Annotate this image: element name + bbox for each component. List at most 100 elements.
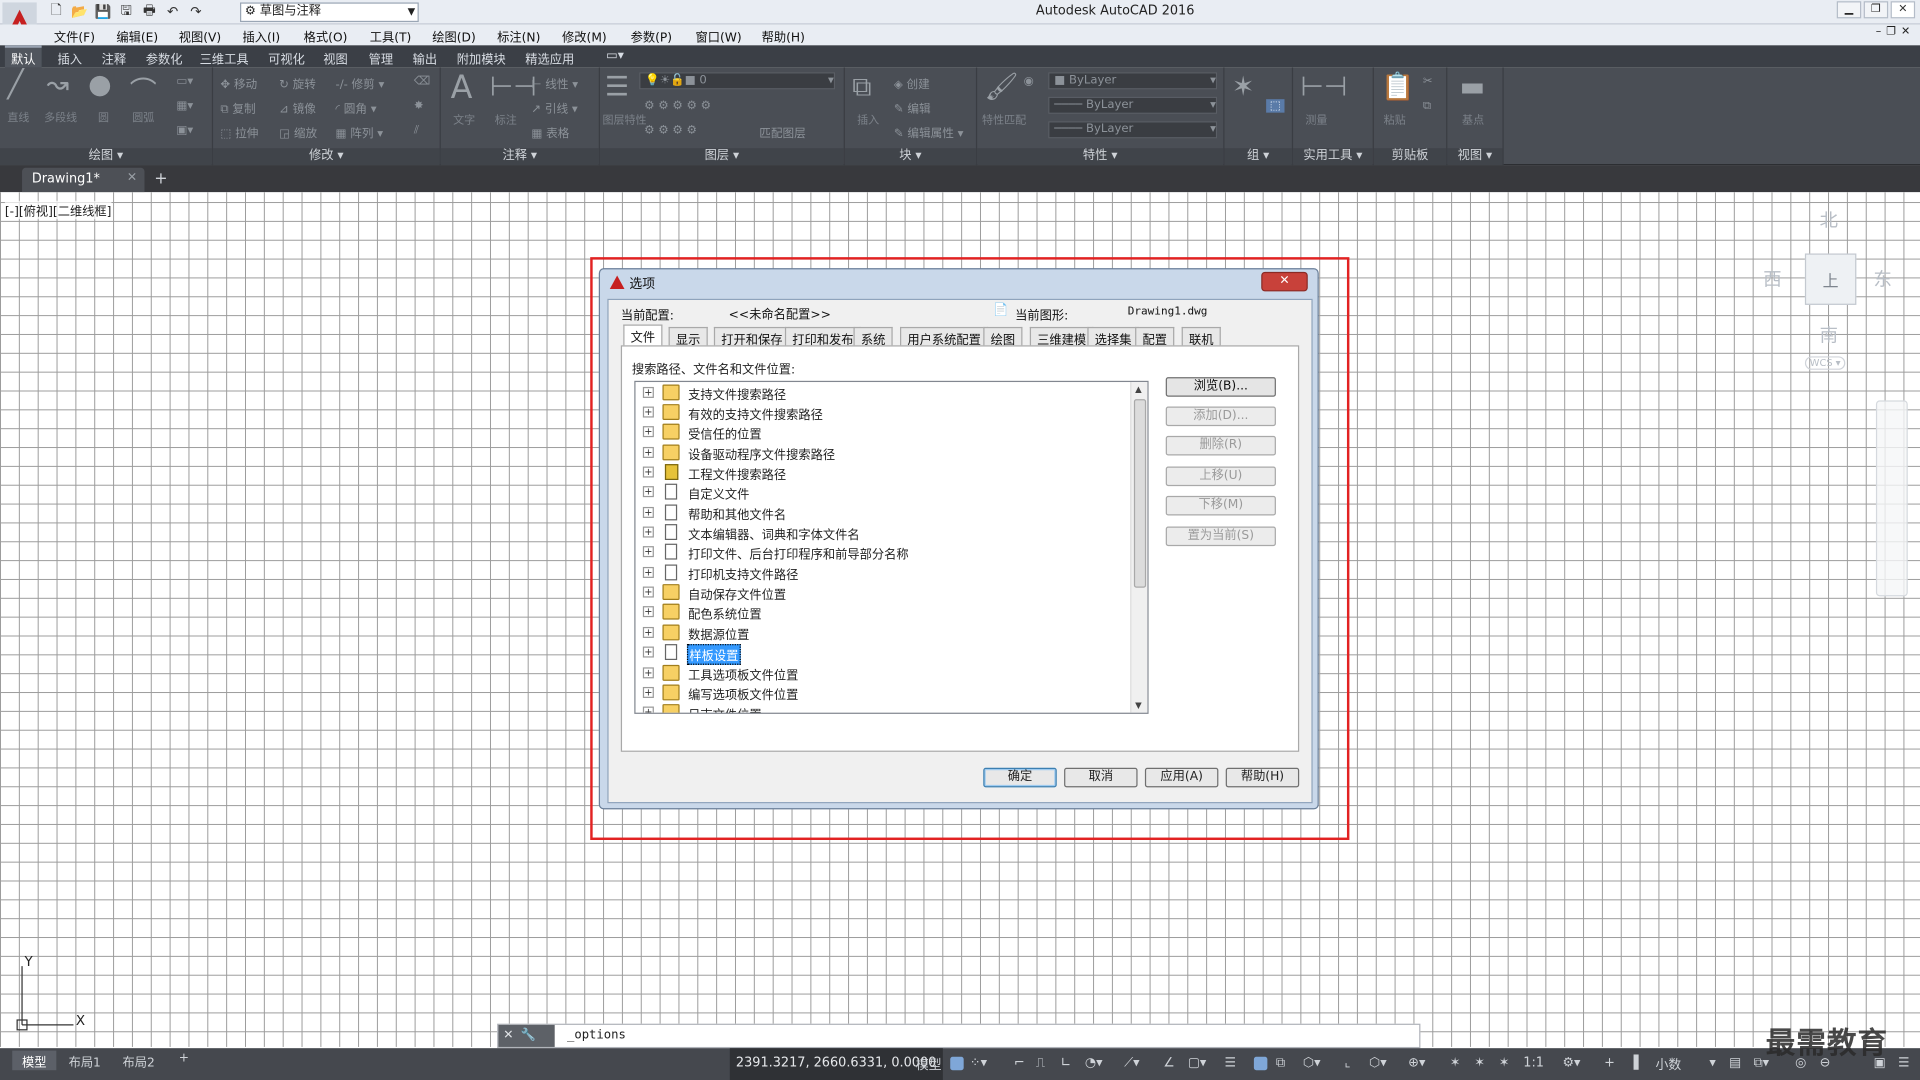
edit-block-tool[interactable]: ✎ 编辑 [894,99,931,116]
expand-icon[interactable]: + [642,566,654,578]
remove-button[interactable]: 删除(R) [1165,435,1276,456]
menu-edit[interactable]: 编辑(E) [116,27,158,45]
apply-button[interactable]: 应用(A) [1144,767,1219,788]
expand-icon[interactable]: + [642,706,654,713]
arc-icon[interactable]: ⌒ [130,70,157,109]
create-block-tool[interactable]: ◈ 创建 [894,75,930,91]
viewport-controls[interactable]: [-][俯视][二维线框] [4,200,112,220]
close-icon[interactable]: ✕ [127,171,137,184]
plot-icon[interactable]: 🖶 [140,2,160,20]
tree-item[interactable]: + 受信任的位置 [636,422,1126,442]
annotation-scale-icon[interactable]: ✶ [1499,1056,1510,1071]
add-button[interactable]: 添加(D)... [1165,406,1276,427]
paste-icon[interactable]: 📋 [1381,72,1415,103]
ribbon-tab-insert[interactable]: 插入 [51,48,88,69]
region-icon[interactable]: ▣▾ [176,124,193,137]
mirror-tool[interactable]: ⊿ 镜像 [279,99,316,116]
viewcube-west[interactable]: 西 [1763,266,1781,292]
stretch-tool[interactable]: ⬚ 拉伸 [220,124,258,140]
linear-tool[interactable]: ⊢ 线性 ▾ [531,75,578,91]
tab-online[interactable]: 联机 [1181,326,1221,348]
ribbon-tab-manage[interactable]: 管理 [362,48,399,69]
quick-view-icon[interactable]: ▤ [1729,1056,1741,1071]
help-button[interactable]: 帮助(H) [1225,767,1300,788]
scroll-up-icon[interactable]: ▲ [1135,384,1142,394]
save-icon[interactable]: 💾 [93,2,113,20]
isodraft-icon[interactable]: ⟋▾ [1124,1056,1139,1072]
ortho-icon[interactable]: ∟ [1060,1056,1071,1071]
3d-osnap-icon[interactable]: ⬡▾ [1303,1056,1321,1071]
menu-format[interactable]: 格式(O) [304,27,348,45]
ribbon-tab-view[interactable]: 视图 [317,48,354,69]
menu-file[interactable]: 文件(F) [54,27,95,45]
copy-tool[interactable]: ⧉ 复制 [220,99,255,116]
layout-tab-layout1[interactable]: 布局1 [59,1051,111,1070]
tab-plot-publish[interactable]: 打印和发布 [784,326,861,348]
base-view-icon[interactable]: ▬ [1460,72,1485,103]
panel-layers-label[interactable]: 图层 ▾ [600,148,844,166]
expand-icon[interactable]: + [642,686,654,698]
panel-draw-label[interactable]: 绘图 ▾ [0,148,212,166]
gizmo-icon[interactable]: ⊕▾ [1408,1056,1425,1071]
expand-icon[interactable]: + [642,386,654,398]
layout-tab-model[interactable]: 模型 [12,1050,57,1071]
fillet-tool[interactable]: ◜ 圆角 ▾ [336,99,377,116]
tree-item[interactable]: + 支持文件搜索路径 [636,383,1126,403]
panel-modify-label[interactable]: 修改 ▾ [213,148,440,166]
tab-display[interactable]: 显示 [668,326,708,348]
tree-item[interactable]: + 工具选项板文件位置 [636,664,1126,683]
expand-icon[interactable]: + [642,486,654,498]
menu-view[interactable]: 视图(V) [179,27,221,45]
tree-item[interactable]: + 数据源位置 [636,623,1126,643]
model-space-toggle[interactable]: 模型 [916,1056,942,1074]
menu-tools[interactable]: 工具(T) [370,27,412,45]
tab-selection[interactable]: 选择集 [1087,326,1139,348]
measure-icon[interactable]: ⊢⊣ [1300,72,1347,103]
ribbon-tab-home[interactable]: 默认 [4,45,42,69]
annotation-visibility-icon[interactable]: ✶ [1450,1056,1461,1071]
circle-icon[interactable]: ● [88,70,112,101]
annotation-scale-value[interactable]: 1:1 [1523,1056,1544,1071]
trim-tool[interactable]: -/- 修剪 ▾ [336,75,385,91]
object-snap-icon[interactable]: ▢▾ [1188,1056,1207,1071]
expand-icon[interactable]: + [642,526,654,538]
tree-item[interactable]: + 帮助和其他文件名 [636,503,1126,523]
add-layout-icon[interactable]: + [169,1051,199,1071]
rotate-tool[interactable]: ↻ 旋转 [279,75,316,91]
ribbon-minimize-toggle[interactable]: ▭▾ [600,48,630,64]
polar-tracking-icon[interactable]: ◔▾ [1085,1056,1103,1071]
polyline-icon[interactable]: ↝ [47,70,70,101]
tree-item[interactable]: + 文本编辑器、词典和字体文件名 [636,523,1126,542]
color-select[interactable]: ■ ByLayer ▾ [1048,72,1218,90]
panel-block-label[interactable]: 块 ▾ [844,148,976,166]
tab-files[interactable]: 文件 [623,324,663,347]
color-wheel-icon[interactable]: ◉ [1024,75,1034,88]
browse-button[interactable]: 浏览(B)... [1165,377,1276,397]
expand-icon[interactable]: + [642,606,654,618]
dimension-icon[interactable]: ⊢⊣ [490,72,537,103]
panel-clipboard-label[interactable]: 剪贴板 [1373,148,1447,166]
navigation-bar[interactable] [1875,400,1908,597]
tab-3d-modeling[interactable]: 三维建模 [1029,326,1094,348]
tab-drafting[interactable]: 绘图 [983,326,1023,348]
close-button[interactable]: ✕ [1890,1,1916,19]
transparency-icon[interactable] [1253,1056,1268,1071]
auto-scale-icon[interactable]: ✶ [1474,1056,1485,1071]
rectangle-icon[interactable]: ▭▾ [176,75,193,88]
object-snap-tracking-icon[interactable]: ∠ [1163,1056,1175,1071]
edit-attribute-tool[interactable]: ✎ 编辑属性 ▾ [894,124,964,140]
expand-icon[interactable]: + [642,466,654,478]
ribbon-tab-featured[interactable]: 精选应用 [519,48,580,69]
ribbon-tab-3d-tools[interactable]: 三维工具 [193,48,254,69]
dynamic-input-icon[interactable]: ⎍ [1036,1056,1045,1072]
redo-icon[interactable]: ↷ [186,2,206,20]
scale-tool[interactable]: ◲ 缩放 [279,124,317,140]
line-icon[interactable]: ╱ [7,70,23,101]
panel-annotation-label[interactable]: 注释 ▾ [440,148,599,166]
match-layer-tool[interactable]: 匹配图层 [759,124,806,140]
ribbon-tab-visualize[interactable]: 可视化 [262,48,311,69]
command-line-controls[interactable]: ✕🔧 [498,1024,555,1047]
expand-icon[interactable]: + [642,506,654,518]
cancel-button[interactable]: 取消 [1064,767,1138,788]
tree-scrollbar[interactable]: ▲ ▼ [1130,382,1148,713]
